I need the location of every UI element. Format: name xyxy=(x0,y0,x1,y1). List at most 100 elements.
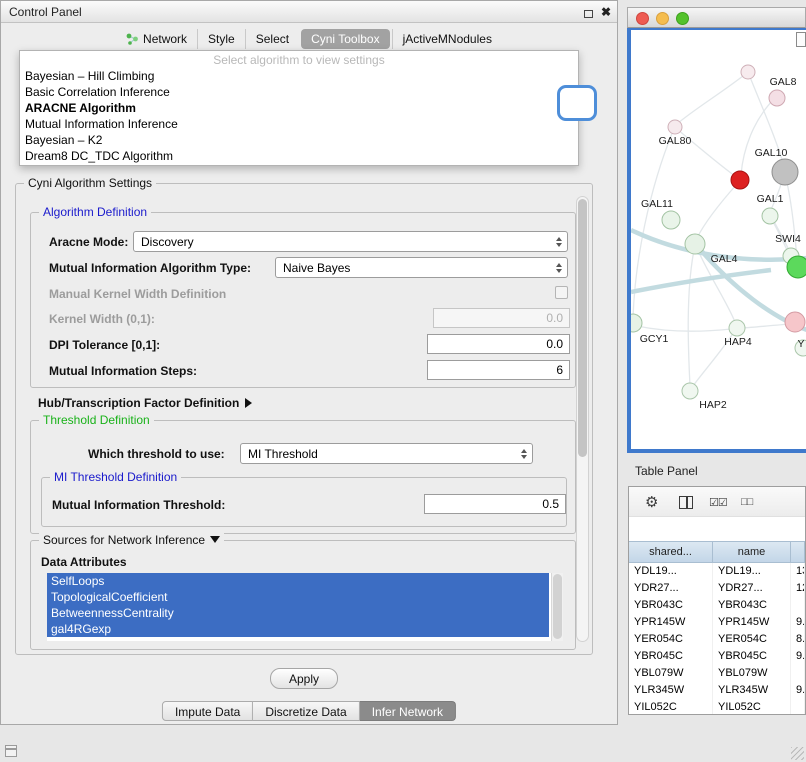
focus-ring-box xyxy=(557,85,597,121)
list-item[interactable]: gal4RGexp xyxy=(47,621,549,637)
table-row[interactable]: YBL079WYBL079W xyxy=(629,665,805,682)
network-edge xyxy=(688,250,694,386)
column-header[interactable]: name xyxy=(713,542,791,562)
network-node-label: GAL80 xyxy=(659,135,692,147)
table-cell: YBR043C xyxy=(629,597,713,614)
table-cell: YER054C xyxy=(629,631,713,648)
network-window-titlebar[interactable] xyxy=(627,7,806,28)
mi-steps-label: Mutual Information Steps: xyxy=(49,364,197,378)
table-cell: YDL19... xyxy=(629,563,713,580)
selected-value: Naive Bayes xyxy=(283,261,350,275)
network-node[interactable] xyxy=(762,208,778,224)
tab-select[interactable]: Select xyxy=(245,29,299,49)
column-header[interactable] xyxy=(791,542,805,562)
dpi-tolerance-field[interactable]: 0.0 xyxy=(427,334,570,354)
table-row[interactable]: YDL19...YDL19...13 xyxy=(629,563,805,580)
network-node[interactable] xyxy=(769,90,785,106)
table-cell xyxy=(791,699,805,715)
tab-style[interactable]: Style xyxy=(197,29,245,49)
algorithm-dropdown-popup: Select algorithm to view settings Bayesi… xyxy=(19,50,579,166)
table-row[interactable]: YBR045CYBR045C9. xyxy=(629,648,805,665)
dropdown-item[interactable]: Mutual Information Inference xyxy=(20,116,578,132)
which-threshold-select[interactable]: MI Threshold xyxy=(240,443,533,464)
mi-threshold-group: MI Threshold Definition Mutual Informati… xyxy=(41,477,567,527)
group-title: Threshold Definition xyxy=(39,413,154,427)
table-row[interactable]: YBR043CYBR043C xyxy=(629,597,805,614)
list-item[interactable]: SelfLoops xyxy=(47,573,549,589)
settings-scrollbar-thumb[interactable] xyxy=(578,199,587,457)
dropdown-item[interactable]: Bayesian – Hill Climbing xyxy=(20,68,578,84)
network-node[interactable] xyxy=(668,120,682,134)
columns-icon[interactable] xyxy=(679,496,693,509)
sources-collapse-toggle[interactable]: Sources for Network Inference xyxy=(39,533,224,547)
network-node[interactable] xyxy=(682,383,698,399)
selected-value: MI Threshold xyxy=(248,447,318,461)
network-node[interactable] xyxy=(662,211,680,229)
mi-steps-field[interactable]: 6 xyxy=(427,360,570,380)
tab-cyni-toolbox[interactable]: Cyni Toolbox xyxy=(301,29,389,49)
docked-panel-icon[interactable] xyxy=(5,745,17,757)
minimize-traffic-light-icon[interactable] xyxy=(656,12,669,25)
tab-discretize-data[interactable]: Discretize Data xyxy=(253,701,359,721)
close-icon[interactable]: ✖ xyxy=(601,4,611,20)
tab-label: Select xyxy=(256,32,289,46)
select-all-checkboxes-icon[interactable]: ☑☑ xyxy=(709,496,727,509)
tab-label: Network xyxy=(143,32,187,46)
network-node-label: GAL11 xyxy=(641,198,673,210)
mi-algorithm-type-label: Mutual Information Algorithm Type: xyxy=(49,261,251,275)
network-edge xyxy=(631,270,771,292)
list-scrollbar[interactable] xyxy=(551,573,563,641)
network-node[interactable] xyxy=(785,312,805,332)
table-cell: 13 xyxy=(791,563,805,580)
dropdown-item-selected[interactable]: ARACNE Algorithm xyxy=(20,100,578,116)
table-row[interactable]: YIL052CYIL052C xyxy=(629,699,805,715)
aracne-mode-select[interactable]: Discovery xyxy=(133,231,568,252)
dropdown-item[interactable]: Basic Correlation Inference xyxy=(20,84,578,100)
manual-kernel-width-checkbox[interactable] xyxy=(555,286,568,299)
network-node[interactable] xyxy=(741,65,755,79)
table-cell: 8. xyxy=(791,631,805,648)
zoom-traffic-light-icon[interactable] xyxy=(676,12,689,25)
table-row[interactable]: YPR145WYPR145W9. xyxy=(629,614,805,631)
table-row[interactable]: YLR345WYLR345W9. xyxy=(629,682,805,699)
table-row[interactable]: YER054CYER054C8. xyxy=(629,631,805,648)
network-edge xyxy=(697,184,737,238)
table-cell: YIL052C xyxy=(713,699,791,715)
dropdown-item[interactable]: Dream8 DC_TDC Algorithm xyxy=(20,148,578,164)
network-node[interactable] xyxy=(685,234,705,254)
network-node[interactable] xyxy=(631,314,642,332)
combo-arrows-icon xyxy=(521,449,527,459)
table-row[interactable]: YDR27...YDR27...12 xyxy=(629,580,805,597)
tab-impute-data[interactable]: Impute Data xyxy=(162,701,253,721)
network-node[interactable] xyxy=(729,320,745,336)
clear-checkboxes-icon[interactable]: □□ xyxy=(741,496,752,508)
float-window-icon[interactable] xyxy=(584,10,593,18)
cyni-algorithm-settings-group: Cyni Algorithm Settings Algorithm Defini… xyxy=(15,183,593,655)
tab-jactivemnodules[interactable]: jActiveMNodules xyxy=(392,29,502,49)
network-canvas[interactable]: GAL8GAL80GAL10GAL11GAL1SWI4GAL4GCY1HAP4Y… xyxy=(627,28,806,453)
close-traffic-light-icon[interactable] xyxy=(636,12,649,25)
apply-button[interactable]: Apply xyxy=(270,668,338,689)
list-item[interactable]: BetweennessCentrality xyxy=(47,605,549,621)
resize-grip[interactable] xyxy=(791,747,804,760)
column-header[interactable]: shared... xyxy=(629,542,713,562)
network-node-label: GAL1 xyxy=(757,193,784,205)
desktop: Control Panel ✖ Network Style Select Cyn… xyxy=(0,0,806,762)
table-cell xyxy=(791,665,805,682)
list-item[interactable]: TopologicalCoefficient xyxy=(47,589,549,605)
list-scrollbar-thumb[interactable] xyxy=(553,574,562,639)
network-node[interactable] xyxy=(787,256,806,278)
dropdown-item[interactable]: Bayesian – K2 xyxy=(20,132,578,148)
tab-infer-network[interactable]: Infer Network xyxy=(360,701,456,721)
settings-scrollbar[interactable] xyxy=(576,196,589,642)
group-title: MI Threshold Definition xyxy=(50,470,181,484)
gear-icon[interactable]: ⚙ xyxy=(645,493,658,511)
mi-threshold-field[interactable]: 0.5 xyxy=(424,494,566,514)
mi-algorithm-type-select[interactable]: Naive Bayes xyxy=(275,257,568,278)
tab-network[interactable]: Network xyxy=(116,29,197,49)
network-scrollbar-thumb[interactable] xyxy=(796,32,806,47)
hub-definition-expander[interactable]: Hub/Transcription Factor Definition xyxy=(38,396,252,410)
table-panel-window: ⚙ ☑☑ □□ shared... name YDL19...YDL19...1… xyxy=(628,486,806,715)
network-node[interactable] xyxy=(731,171,749,189)
network-node[interactable] xyxy=(772,159,798,185)
